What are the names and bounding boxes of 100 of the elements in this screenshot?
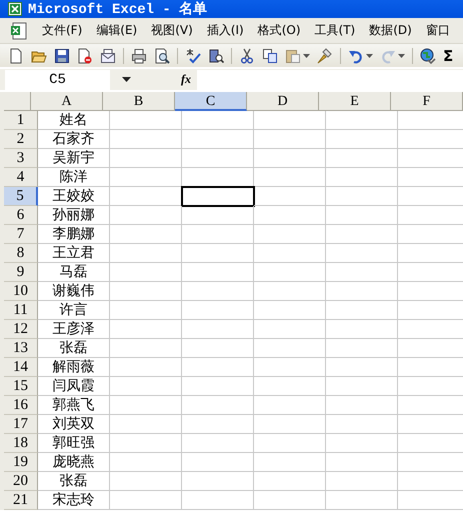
name-box[interactable]: C5 [5,70,110,90]
menu-item[interactable]: 窗口 [426,22,450,39]
copy-icon[interactable] [262,48,278,64]
column-header[interactable]: C [175,92,247,111]
table-cell [326,396,398,415]
table-cell: 张磊 [38,339,110,358]
row-header[interactable]: 11 [4,301,38,320]
sum-button[interactable]: Σ [443,46,454,64]
table-cell [110,244,182,263]
table-cell [326,339,398,358]
magnifier-document-icon[interactable] [154,48,170,64]
column-header[interactable]: B [103,92,175,111]
row-header[interactable]: 19 [4,453,38,472]
table-cell [326,206,398,225]
table-cell [182,263,254,282]
row-header[interactable]: 3 [4,149,38,168]
caret-icon[interactable] [366,54,373,58]
table-cell [326,149,398,168]
row-header[interactable]: 18 [4,434,38,453]
column-header[interactable]: D [247,92,319,111]
table-cell [182,434,254,453]
table-cell [254,453,326,472]
table-cell [326,453,398,472]
row-header[interactable]: 6 [4,206,38,225]
clipboard-icon[interactable] [285,48,301,64]
table-cell: 石家齐 [38,130,110,149]
table-cell [182,206,254,225]
globe-link-icon[interactable] [420,48,436,64]
table-cell [110,396,182,415]
table-cell [326,434,398,453]
table-cell [254,301,326,320]
table-cell [326,187,398,206]
table-cell [326,320,398,339]
floppy-icon[interactable] [54,48,70,64]
row-header[interactable]: 20 [4,472,38,491]
row-header[interactable]: 21 [4,491,38,510]
row-header[interactable]: 10 [4,282,38,301]
row-header[interactable]: 9 [4,263,38,282]
table-cell: 李鹏娜 [38,225,110,244]
table-cell: 张磊 [38,472,110,491]
printer-icon[interactable] [131,48,147,64]
scissors-icon[interactable] [239,48,255,64]
table-cell [110,301,182,320]
menu-item[interactable]: 数据(D) [369,22,412,39]
row-header[interactable]: 15 [4,377,38,396]
spell-check-icon[interactable] [185,48,201,64]
row-header[interactable]: 5 [4,187,38,206]
table-cell [254,206,326,225]
row-header[interactable]: 13 [4,339,38,358]
row-header[interactable]: 1 [4,111,38,130]
menu-item[interactable]: 格式(O) [258,22,301,39]
table-cell [254,377,326,396]
caret-icon[interactable] [398,54,405,58]
row-header[interactable]: 12 [4,320,38,339]
row-header[interactable]: 7 [4,225,38,244]
table-cell [254,358,326,377]
table-cell [254,168,326,187]
caret-icon[interactable] [303,54,310,58]
brush-icon[interactable] [317,48,333,64]
row-header[interactable]: 4 [4,168,38,187]
table-cell [326,358,398,377]
table-cell [326,415,398,434]
mail-icon[interactable] [100,48,116,64]
column-header[interactable]: F [391,92,463,111]
table-cell [254,263,326,282]
row-header[interactable]: 8 [4,244,38,263]
menu-item[interactable]: 工具(T) [314,22,356,39]
row-header[interactable]: 17 [4,415,38,434]
table-cell [182,225,254,244]
spreadsheet-icon[interactable] [10,22,28,40]
row-header[interactable]: 2 [4,130,38,149]
table-cell [182,491,254,510]
menu-item[interactable]: 插入(I) [206,22,244,39]
table-cell: 陈洋 [38,168,110,187]
table-cell: 许言 [38,301,110,320]
row-header[interactable]: 16 [4,396,38,415]
document-block-icon[interactable] [77,48,93,64]
table-cell [182,453,254,472]
menu-item[interactable]: 文件(F) [42,22,82,39]
row-header[interactable]: 14 [4,358,38,377]
table-cell [326,282,398,301]
function-button[interactable]: fx [181,72,191,87]
table-cell: 谢巍伟 [38,282,110,301]
table-cell: 闫凤霞 [38,377,110,396]
table-cell [254,149,326,168]
menu-item[interactable]: 视图(V) [151,22,193,39]
column-header[interactable]: E [319,92,391,111]
table-cell [326,472,398,491]
table-cell [110,453,182,472]
table-cell [182,282,254,301]
column-header[interactable]: A [31,92,103,111]
caret-icon[interactable] [122,77,131,82]
table-cell [110,358,182,377]
table-cell: 吴新宇 [38,149,110,168]
menu-item[interactable]: 编辑(E) [96,22,138,39]
table-cell [110,339,182,358]
book-magnifier-icon[interactable] [208,48,224,64]
document-icon[interactable] [8,48,24,64]
table-cell: 庞晓燕 [38,453,110,472]
table-cell [182,244,254,263]
